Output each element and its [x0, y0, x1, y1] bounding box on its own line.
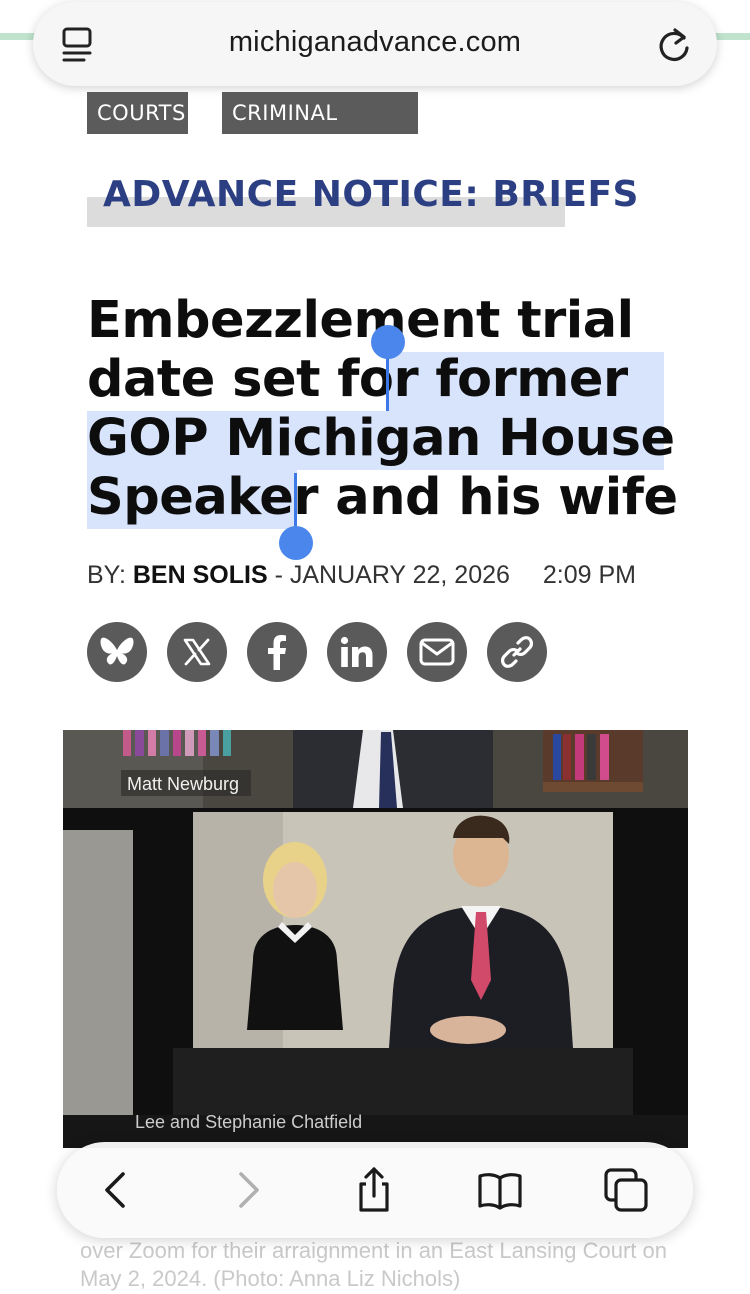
facebook-icon: [268, 635, 286, 670]
section-label[interactable]: ADVANCE NOTICE: BRIEFS: [103, 174, 639, 215]
bottom-toolbar: [57, 1142, 693, 1238]
zoom-name-label: Matt Newburg: [127, 774, 239, 794]
share-icon[interactable]: [350, 1166, 398, 1214]
share-linkedin-button[interactable]: [327, 622, 387, 682]
x-icon: [183, 638, 211, 666]
tag-criminal-justice[interactable]: CRIMINAL JUSTICE: [222, 92, 418, 167]
link-icon: [500, 636, 534, 668]
headline-line: GOP Michigan House: [87, 409, 675, 468]
forward-icon[interactable]: [223, 1166, 271, 1214]
share-email-button[interactable]: [407, 622, 467, 682]
headline-line: Embezzlement trial: [87, 291, 634, 350]
publish-date: JANUARY 22, 2026: [289, 561, 510, 589]
byline: BY: BEN SOLIS - JANUARY 22, 2026 2:09 PM: [87, 561, 636, 590]
selection-start-handle[interactable]: [371, 325, 405, 359]
photo-illustration: Matt Newburg Lee and Stephanie Chatfield: [63, 730, 688, 1148]
article-photo[interactable]: Matt Newburg Lee and Stephanie Chatfield: [63, 730, 688, 1148]
byline-prefix: BY:: [87, 561, 126, 589]
linkedin-icon: [340, 636, 373, 667]
byline-separator: -: [274, 561, 283, 589]
author-link[interactable]: BEN SOLIS: [133, 561, 268, 589]
headline-line: date set for former: [87, 350, 628, 409]
headline-line: Speaker and his wife: [87, 468, 678, 527]
bluesky-icon: [100, 637, 134, 665]
tabs-icon[interactable]: [602, 1166, 650, 1214]
share-x-button[interactable]: [167, 622, 227, 682]
share-bluesky-button[interactable]: [87, 622, 147, 682]
bookmarks-icon[interactable]: [476, 1166, 524, 1214]
zoom-name-label-2: Lee and Stephanie Chatfield: [135, 1112, 362, 1132]
url-text[interactable]: michiganadvance.com: [33, 26, 717, 59]
share-facebook-button[interactable]: [247, 622, 307, 682]
back-icon[interactable]: [93, 1166, 141, 1214]
publish-time: 2:09 PM: [542, 561, 636, 589]
address-bar[interactable]: michiganadvance.com: [33, 2, 717, 86]
email-icon: [419, 638, 455, 666]
reload-icon[interactable]: [655, 26, 693, 64]
share-link-button[interactable]: [487, 622, 547, 682]
tag-courts[interactable]: COURTS: [87, 92, 188, 134]
selection-end-handle[interactable]: [279, 526, 313, 560]
photo-caption: over Zoom for their arraignment in an Ea…: [80, 1238, 667, 1291]
